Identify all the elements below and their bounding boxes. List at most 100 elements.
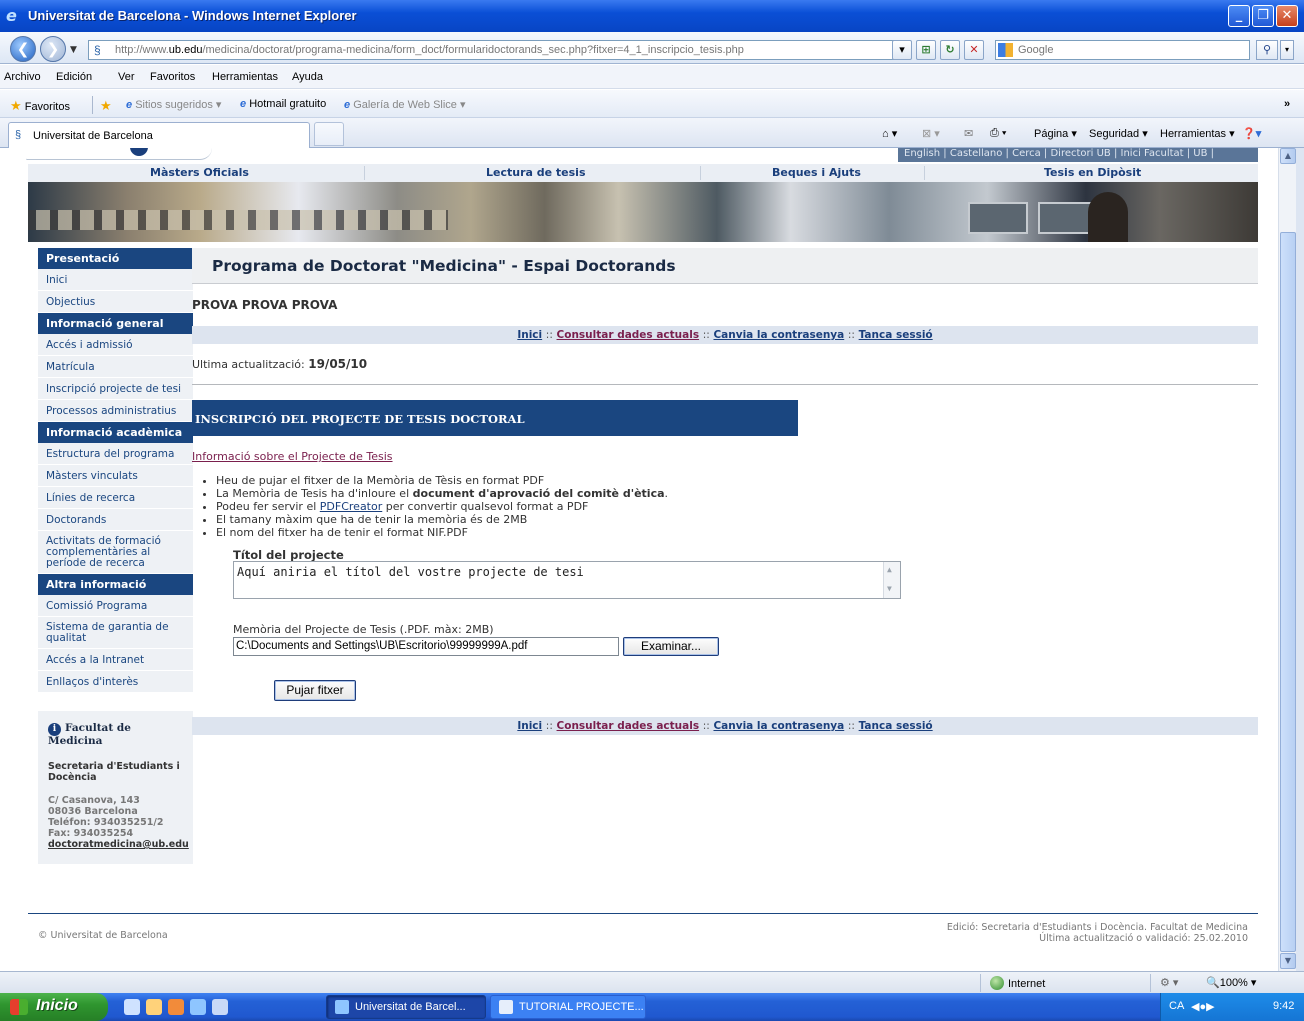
tools-menu[interactable]: Herramientas ▾ bbox=[1160, 127, 1235, 140]
info-projecte-link[interactable]: Informació sobre el Projecte de Tesis bbox=[192, 450, 393, 463]
quicklaunch-desktop-icon[interactable] bbox=[124, 999, 140, 1015]
url-input[interactable]: § http://www.ub.edu/medicina/doctorat/pr… bbox=[88, 40, 908, 60]
sidebar-item-inscripcio[interactable]: Inscripció projecte de tesi bbox=[38, 378, 193, 400]
back-button[interactable]: ❮ bbox=[10, 36, 36, 62]
page-menu[interactable]: Página ▾ bbox=[1034, 127, 1077, 140]
menu-archivo[interactable]: Archivo bbox=[4, 71, 41, 83]
forward-button[interactable]: ❯ bbox=[40, 36, 66, 62]
upload-button[interactable]: Pujar fitxer bbox=[274, 680, 356, 701]
scroll-up-icon[interactable]: ▲ bbox=[887, 565, 898, 576]
faculty-email-link[interactable]: doctoratmedicina@ub.edu bbox=[48, 839, 189, 850]
help-icon[interactable]: ❓▾ bbox=[1242, 127, 1261, 140]
task-universitat[interactable]: Universitat de Barcel... bbox=[326, 995, 486, 1019]
start-button[interactable]: Inicio bbox=[0, 993, 108, 1021]
textarea-scrollbar[interactable]: ▲ ▼ bbox=[883, 562, 900, 598]
sidebar-head-info-general[interactable]: Informació general bbox=[38, 313, 193, 334]
home-icon[interactable]: ⌂ ▾ bbox=[882, 127, 897, 140]
add-favorite-icon[interactable]: ★ bbox=[100, 98, 112, 114]
compatibility-view-icon[interactable]: ⊞ bbox=[916, 40, 936, 60]
file-path-input[interactable]: C:\Documents and Settings\UB\Escritorio\… bbox=[233, 637, 619, 656]
minimize-button[interactable]: _ bbox=[1228, 5, 1250, 27]
sidebar-item-linies[interactable]: Línies de recerca bbox=[38, 487, 193, 509]
pdfcreator-link[interactable]: PDFCreator bbox=[320, 500, 382, 513]
nav-tesis-diposit[interactable]: Tesis en Dipòsit bbox=[1044, 166, 1141, 179]
history-dropdown-icon[interactable]: ▼ bbox=[70, 45, 77, 55]
refresh-icon[interactable]: ↻ bbox=[940, 40, 960, 60]
language-indicator[interactable]: CA bbox=[1169, 1000, 1184, 1012]
sidebar-item-sistema[interactable]: Sistema de garantia de qualitat bbox=[38, 617, 193, 649]
page-scrollbar[interactable]: ▲ ▼ bbox=[1278, 148, 1296, 971]
sidebar-head-info-academica[interactable]: Informació acadèmica bbox=[38, 422, 193, 443]
nav-beques[interactable]: Beques i Ajuts bbox=[772, 166, 861, 179]
quicklaunch-firefox-icon[interactable] bbox=[168, 999, 184, 1015]
link-canvia-contrasenya[interactable]: Canvia la contrasenya bbox=[713, 329, 844, 341]
sidebar-item-acces[interactable]: Accés i admissió bbox=[38, 334, 193, 356]
title-textarea[interactable]: Aquí aniria el títol del vostre projecte… bbox=[233, 561, 901, 599]
menu-ver[interactable]: Ver bbox=[118, 71, 135, 83]
search-options-icon[interactable]: ▾ bbox=[1280, 40, 1294, 60]
sidebar-item-estructura[interactable]: Estructura del programa bbox=[38, 443, 193, 465]
link-canvia-contrasenya[interactable]: Canvia la contrasenya bbox=[713, 720, 844, 732]
task-tutorial[interactable]: TUTORIAL PROJECTE... bbox=[490, 995, 646, 1019]
sidebar-item-doctorands[interactable]: Doctorands bbox=[38, 509, 193, 531]
top-links[interactable]: English | Castellano | Cerca | Directori… bbox=[898, 148, 1258, 162]
link-inici[interactable]: Inici bbox=[517, 720, 542, 732]
search-input[interactable]: Google bbox=[995, 40, 1250, 60]
webslice-link[interactable]: e Galería de Web Slice ▾ bbox=[344, 98, 466, 111]
new-tab-button[interactable] bbox=[314, 122, 344, 146]
safety-menu[interactable]: Seguridad ▾ bbox=[1089, 127, 1148, 140]
scroll-down-icon[interactable]: ▼ bbox=[1280, 953, 1296, 969]
window-title-bar[interactable]: e Universitat de Barcelona - Windows Int… bbox=[0, 0, 1304, 32]
stop-icon[interactable]: ✕ bbox=[964, 40, 984, 60]
scrollbar-thumb[interactable] bbox=[1280, 232, 1296, 952]
faculty-info-box: i Facultat de Medicina Secretaria d'Estud… bbox=[38, 711, 193, 864]
sidebar-item-comissio[interactable]: Comissió Programa bbox=[38, 595, 193, 617]
menu-herramientas[interactable]: Herramientas bbox=[212, 71, 278, 83]
tray-network-icon[interactable]: ◀●▶ bbox=[1191, 1000, 1215, 1013]
security-zone[interactable]: Internet bbox=[990, 976, 1045, 990]
link-consultar[interactable]: Consultar dades actuals bbox=[557, 720, 700, 732]
chevron-more-icon[interactable]: » bbox=[1284, 98, 1290, 110]
sidebar-item-intranet[interactable]: Accés a la Intranet bbox=[38, 649, 193, 671]
link-tanca-sessio[interactable]: Tanca sessió bbox=[859, 329, 933, 341]
quicklaunch-ie-icon[interactable] bbox=[190, 999, 206, 1015]
sidebar-item-inici[interactable]: Inici bbox=[38, 269, 193, 291]
feeds-icon[interactable]: ⊠ ▾ bbox=[922, 127, 940, 140]
nav-masters[interactable]: Màsters Oficials bbox=[150, 166, 249, 179]
quicklaunch-media-icon[interactable] bbox=[146, 999, 162, 1015]
zoom-control[interactable]: 🔍100% ▾ bbox=[1206, 976, 1256, 989]
close-button[interactable]: ✕ bbox=[1276, 5, 1298, 27]
link-tanca-sessio[interactable]: Tanca sessió bbox=[859, 720, 933, 732]
sidebar-item-processos[interactable]: Processos administratius bbox=[38, 400, 193, 422]
print-icon[interactable]: ⎙ ▾ bbox=[990, 127, 1006, 140]
scroll-up-icon[interactable]: ▲ bbox=[1280, 148, 1296, 164]
protected-mode-icon[interactable]: ⚙ ▾ bbox=[1160, 976, 1178, 989]
sidebar-item-objectius[interactable]: Objectius bbox=[38, 291, 193, 313]
quicklaunch-outlook-icon[interactable] bbox=[212, 999, 228, 1015]
link-consultar[interactable]: Consultar dades actuals bbox=[557, 329, 700, 341]
clock[interactable]: 9:42 bbox=[1273, 1000, 1294, 1012]
menu-ayuda[interactable]: Ayuda bbox=[292, 71, 323, 83]
tab-universitat[interactable]: § Universitat de Barcelona bbox=[8, 122, 310, 148]
maximize-button[interactable]: ❐ bbox=[1252, 5, 1274, 27]
sidebar-item-masters[interactable]: Màsters vinculats bbox=[38, 465, 193, 487]
favorites-button[interactable]: ★ Favoritos bbox=[10, 98, 70, 114]
start-label: Inicio bbox=[36, 997, 78, 1014]
sidebar-item-activitats[interactable]: Activitats de formació complementàries a… bbox=[38, 531, 193, 574]
sidebar-item-matricula[interactable]: Matrícula bbox=[38, 356, 193, 378]
ub-logo bbox=[26, 148, 212, 160]
hotmail-link[interactable]: e Hotmail gratuito bbox=[240, 98, 326, 110]
sidebar-item-enllacos[interactable]: Enllaços d'interès bbox=[38, 671, 193, 693]
suggested-sites-link[interactable]: e Sitios sugeridos ▾ bbox=[126, 98, 221, 111]
link-inici[interactable]: Inici bbox=[517, 329, 542, 341]
search-icon[interactable]: ⚲ bbox=[1256, 40, 1278, 60]
menu-edicion[interactable]: Edición bbox=[56, 71, 92, 83]
sidebar-head-presentacio[interactable]: Presentació bbox=[38, 248, 193, 269]
menu-favoritos[interactable]: Favoritos bbox=[150, 71, 195, 83]
url-dropdown-icon[interactable]: ▾ bbox=[892, 40, 912, 60]
browse-button[interactable]: Examinar... bbox=[623, 637, 719, 656]
mail-icon[interactable]: ✉ bbox=[964, 127, 973, 140]
nav-lectura[interactable]: Lectura de tesis bbox=[486, 166, 586, 179]
scroll-down-icon[interactable]: ▼ bbox=[887, 584, 898, 595]
sidebar-head-altra-info[interactable]: Altra informació bbox=[38, 574, 193, 595]
